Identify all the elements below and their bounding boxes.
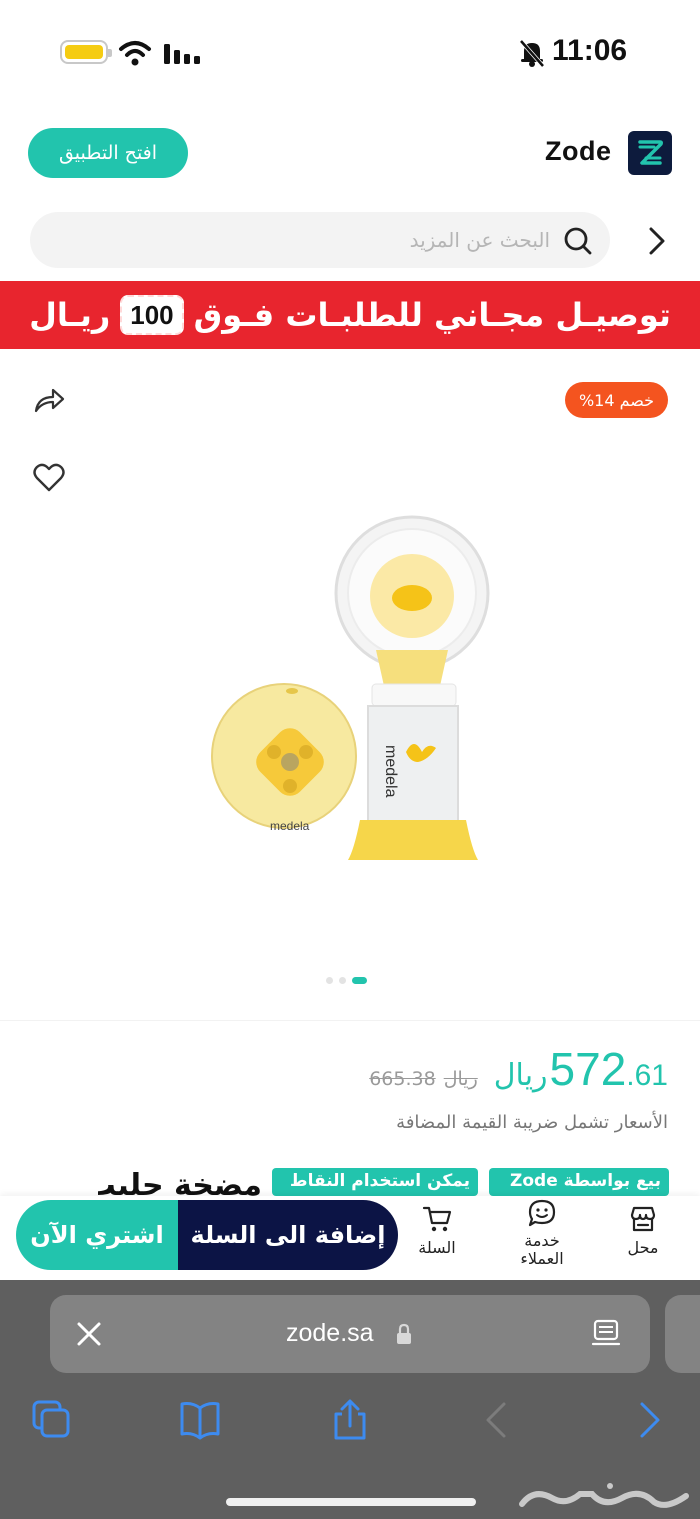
- old-price: 665.38 ريال: [369, 1068, 478, 1090]
- nav-support-label-1: خدمة: [524, 1231, 560, 1250]
- product-title: مضخة حليب: [98, 1168, 262, 1196]
- banner-currency: ريـال: [29, 296, 111, 334]
- zode-logo-icon[interactable]: [628, 131, 672, 175]
- seller-tag: بيع بواسطة Zode: [489, 1168, 669, 1196]
- bookmarks-icon[interactable]: [178, 1398, 222, 1442]
- cellular-signal-icon: [164, 44, 200, 64]
- tabs-icon[interactable]: [30, 1398, 74, 1442]
- search-input[interactable]: [60, 212, 550, 268]
- divider: [0, 1020, 700, 1021]
- banner-amount: 100: [120, 295, 184, 335]
- url-text[interactable]: zode.sa: [286, 1319, 374, 1348]
- product-image[interactable]: medela medela: [200, 490, 500, 880]
- brand-name[interactable]: Zode: [545, 136, 612, 167]
- browser-toolbar: zode.sa: [0, 1280, 700, 1519]
- haraj-watermark-logo: [519, 1483, 689, 1508]
- chevron-right-icon[interactable]: [646, 226, 668, 256]
- discount-badge: خصم 14%: [565, 382, 668, 418]
- carousel-dot[interactable]: [339, 977, 346, 984]
- cart-icon: [422, 1206, 452, 1232]
- nav-customer-service[interactable]: خدمة العملاء: [510, 1198, 574, 1268]
- free-shipping-banner[interactable]: توصيـل مجـاني للطلبـات فـوق 100 ريـال: [0, 281, 700, 349]
- svg-text:medela: medela: [270, 819, 310, 833]
- nav-store-label: محل: [627, 1238, 659, 1257]
- nav-support-label-2: العملاء: [520, 1249, 564, 1268]
- vat-note: الأسعار تشمل ضريبة القيمة المضافة: [396, 1112, 668, 1133]
- search-bar: [30, 212, 610, 268]
- price-row: ريال 572 .61 665.38 ريال: [369, 1042, 668, 1096]
- nav-cart-label: السلة: [418, 1238, 456, 1257]
- price-whole: 572: [549, 1043, 627, 1095]
- nav-cart[interactable]: السلة: [412, 1204, 462, 1257]
- nav-store[interactable]: محل: [618, 1204, 668, 1257]
- next-tab-preview[interactable]: [665, 1295, 700, 1373]
- share-icon[interactable]: [32, 384, 66, 416]
- close-icon[interactable]: [76, 1321, 102, 1347]
- status-bar: 11:06: [0, 0, 700, 100]
- silent-bell-icon: [519, 39, 545, 68]
- reader-mode-icon[interactable]: [590, 1319, 622, 1349]
- status-time: 11:06: [552, 34, 628, 67]
- home-indicator[interactable]: [226, 1498, 476, 1506]
- chat-smile-icon: [528, 1199, 556, 1227]
- page: 11:06 افتح التطبيق Zode توصيـل مجـاني لل…: [0, 0, 700, 1519]
- price-fraction: .61: [626, 1059, 668, 1092]
- share-sheet-icon[interactable]: [328, 1398, 372, 1442]
- lock-icon: [397, 1323, 411, 1344]
- open-app-button[interactable]: افتح التطبيق: [28, 128, 188, 178]
- buy-now-button[interactable]: اشتري الآن: [16, 1200, 178, 1270]
- points-tag: يمكن استخدام النقاط: [272, 1168, 478, 1196]
- old-price-value: 665.38: [369, 1068, 436, 1090]
- current-price: ريال 572 .61: [494, 1042, 668, 1096]
- banner-text: توصيـل مجـاني للطلبـات فـوق: [193, 296, 671, 334]
- cta-group: اشتري الآن إضافة الى السلة: [16, 1200, 398, 1270]
- bottom-action-bar: اشتري الآن إضافة الى السلة السلة خدمة ال…: [0, 1196, 700, 1280]
- wifi-icon: [119, 41, 151, 66]
- store-icon: [630, 1206, 656, 1232]
- battery-icon: [60, 40, 112, 64]
- heart-icon[interactable]: [32, 462, 66, 494]
- forward-icon[interactable]: [628, 1398, 672, 1442]
- address-bar[interactable]: zode.sa: [50, 1295, 650, 1373]
- back-icon[interactable]: [476, 1398, 520, 1442]
- carousel-dot-active[interactable]: [352, 977, 367, 984]
- add-to-cart-button[interactable]: إضافة الى السلة: [178, 1200, 398, 1270]
- carousel-indicator[interactable]: [326, 977, 367, 984]
- carousel-dot[interactable]: [326, 977, 333, 984]
- svg-text:medela: medela: [382, 745, 399, 798]
- old-price-currency: ريال: [443, 1068, 478, 1090]
- price-currency: ريال: [493, 1058, 548, 1093]
- search-icon[interactable]: [560, 225, 592, 257]
